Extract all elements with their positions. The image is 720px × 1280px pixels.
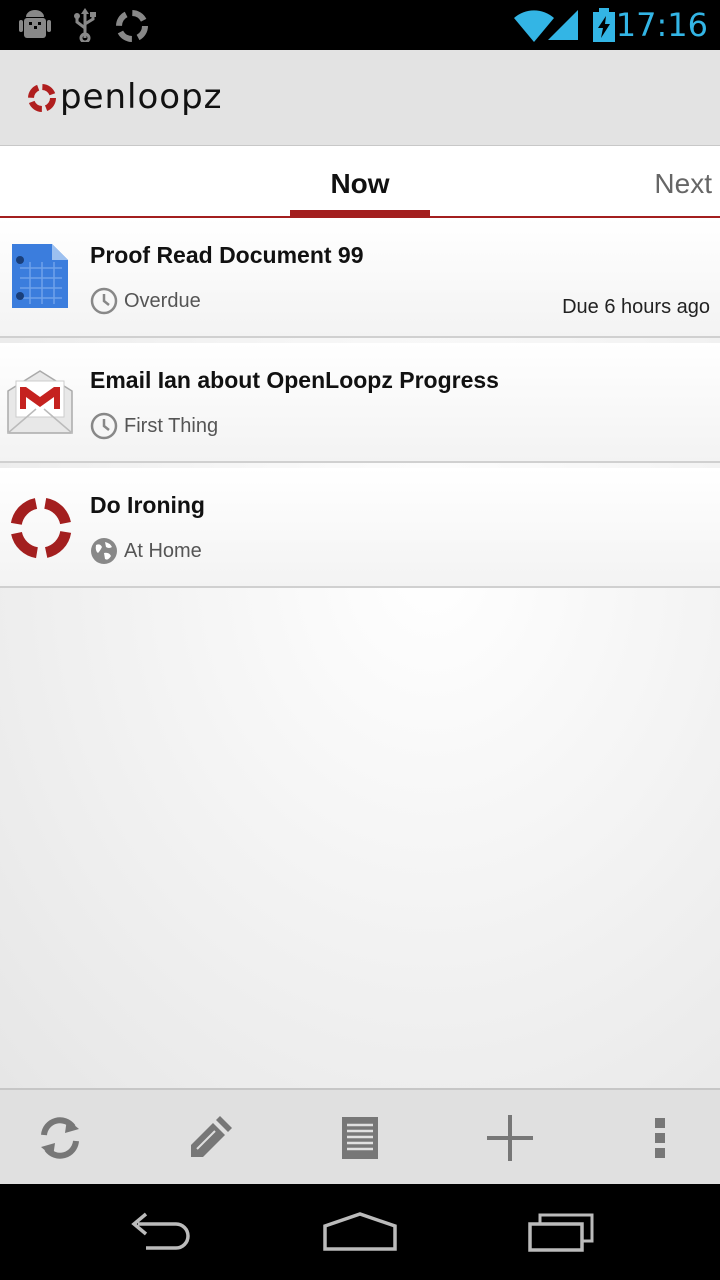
task-due: Due 6 hours ago <box>562 296 710 318</box>
android-debug-icon <box>19 10 51 38</box>
app-logo: penloopz <box>26 77 276 127</box>
home-icon <box>323 1212 397 1251</box>
add-task-button[interactable] <box>480 1108 540 1168</box>
status-bar: 17:16 <box>0 0 720 50</box>
overflow-menu-button[interactable] <box>630 1108 690 1168</box>
svg-text:penloopz: penloopz <box>60 78 223 117</box>
task-card[interactable]: Email Ian about OpenLoopz Progress First… <box>0 343 720 463</box>
task-context-label: At Home <box>124 539 202 562</box>
task-card[interactable]: Proof Read Document 99 Overdue Due 6 hou… <box>0 218 720 338</box>
openloopz-logo: penloopz <box>28 77 223 117</box>
task-list: Proof Read Document 99 Overdue Due 6 hou… <box>0 218 720 1088</box>
tab-next[interactable]: Next <box>654 146 712 216</box>
task-title: Email Ian about OpenLoopz Progress <box>90 367 499 393</box>
refresh-button[interactable] <box>30 1108 90 1168</box>
home-button[interactable] <box>315 1206 405 1258</box>
sync-loop-icon <box>116 10 148 42</box>
app-header: penloopz <box>0 50 720 146</box>
action-bar <box>0 1088 720 1184</box>
task-context-label: First Thing <box>124 414 219 437</box>
globe-icon <box>91 538 117 564</box>
back-button[interactable] <box>115 1206 205 1258</box>
overflow-menu-icon <box>655 1118 665 1158</box>
add-icon <box>487 1115 533 1161</box>
list-icon <box>342 1117 378 1159</box>
battery-charging-icon <box>593 8 615 42</box>
clock-icon <box>90 287 118 315</box>
google-docs-icon <box>12 244 68 308</box>
clock-icon <box>90 412 118 440</box>
task-card[interactable]: Do Ironing At Home <box>0 468 720 588</box>
tab-bar: Now Next <box>0 146 720 218</box>
task-title: Do Ironing <box>90 492 205 518</box>
edit-button[interactable] <box>180 1108 240 1168</box>
usb-icon <box>74 8 96 42</box>
signal-icon <box>548 10 578 40</box>
task-title: Proof Read Document 99 <box>90 242 364 268</box>
tab-now[interactable]: Now <box>290 146 430 218</box>
refresh-icon <box>41 1117 79 1159</box>
list-view-button[interactable] <box>330 1108 390 1168</box>
task-context: At Home <box>90 536 202 566</box>
recents-icon <box>528 1213 594 1252</box>
task-context: Overdue <box>90 286 201 316</box>
recents-button[interactable] <box>515 1206 605 1258</box>
clock-time: 17:16 <box>615 6 708 44</box>
openloopz-icon <box>10 497 72 559</box>
task-context: First Thing <box>90 411 218 441</box>
edit-icon <box>191 1116 232 1157</box>
tab-now-indicator <box>290 210 430 218</box>
tab-now-label: Now <box>330 168 390 199</box>
system-nav-bar <box>0 1184 720 1280</box>
gmail-icon <box>7 370 73 434</box>
back-icon <box>131 1212 190 1250</box>
task-context-label: Overdue <box>124 289 201 312</box>
